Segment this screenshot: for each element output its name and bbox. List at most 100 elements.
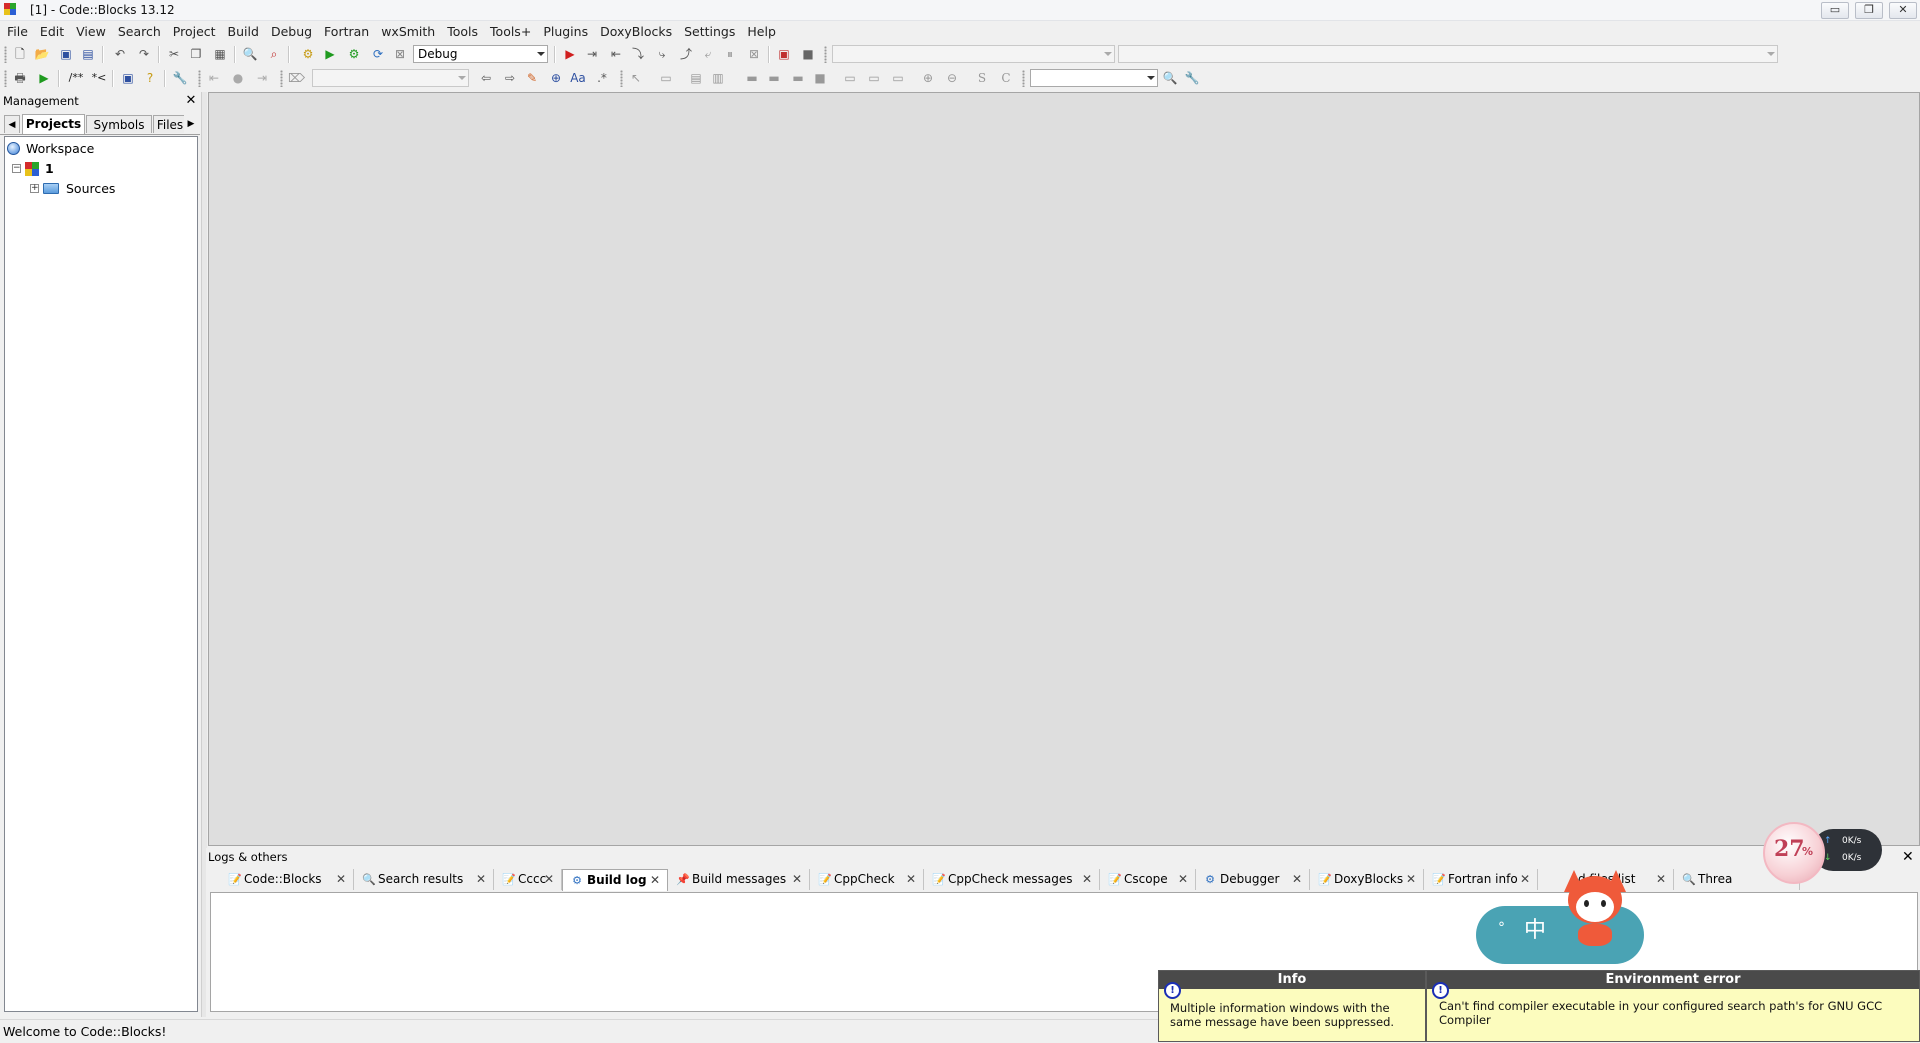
run-to-cursor-icon[interactable]: ⇥ [584,46,600,62]
cut-icon[interactable]: ✂ [166,46,182,62]
run-plugin-icon[interactable]: ▶ [36,70,52,86]
toolbar-grip[interactable] [4,70,7,87]
layout-sizer-icon[interactable]: ▥ [710,70,726,86]
close-tab-icon[interactable]: ✕ [792,869,802,890]
tab-cppcheck-messages[interactable]: 📝 CppCheck messages ✕ [924,869,1100,890]
find-broken-icon[interactable]: 🔍 [1162,70,1178,86]
zoom-out-icon[interactable]: ⊖ [944,70,960,86]
border-left-icon[interactable]: ▭ [842,70,858,86]
open-folder-icon[interactable]: 📂 [34,46,50,62]
tree-item-project[interactable]: − 1 [7,160,197,178]
regex-icon[interactable]: .* [594,70,610,86]
tab-files[interactable]: Files [153,115,187,133]
environment-error-popup[interactable]: Environment error ! Can't find compiler … [1426,970,1920,1042]
tab-projects[interactable]: Projects [22,114,85,134]
pointer-icon[interactable]: ↖ [628,70,644,86]
paste-icon[interactable]: ▦ [212,46,228,62]
expand-icon[interactable]: + [30,184,39,193]
close-icon[interactable]: ✕ [184,92,198,110]
comment-block-icon[interactable]: /** [66,70,86,86]
selected-text-icon[interactable]: ⊕ [548,70,564,86]
menu-file[interactable]: File [0,21,33,41]
next-instruction-icon[interactable]: ⤵ [630,46,646,62]
step-into-icon[interactable]: ⤷ [654,46,670,62]
close-tab-icon[interactable]: ✕ [1520,869,1530,890]
abort-icon[interactable]: ⊠ [392,46,408,62]
tab-doxyblocks[interactable]: 📝 DoxyBlocks ✕ [1310,869,1424,890]
close-tab-icon[interactable]: ✕ [906,869,916,890]
close-icon[interactable]: ✕ [1902,849,1914,865]
menu-edit[interactable]: Edit [33,21,69,41]
tab-search-results[interactable]: 🔍 Search results ✕ [354,869,494,890]
collapse-icon[interactable]: − [12,164,21,173]
copy-icon[interactable]: ❐ [188,46,204,62]
menu-fortran[interactable]: Fortran [317,21,374,41]
tab-scroll-left-icon[interactable]: ◀ [4,115,20,133]
align-top-icon[interactable]: ▬ [744,70,760,86]
bookmark-dot-icon[interactable]: ● [230,70,246,86]
symbol-scope-select[interactable] [832,45,1115,63]
menu-wxsmith[interactable]: wxSmith [374,21,440,41]
close-window-button[interactable]: ✕ [1889,2,1917,19]
jump-back-icon[interactable]: ⇤ [206,70,222,86]
show-source-icon[interactable]: S [974,70,990,86]
incremental-search-input[interactable] [312,69,469,87]
close-tab-icon[interactable]: ✕ [544,869,554,890]
search-next-icon[interactable]: ⇨ [502,70,518,86]
build-gear-icon[interactable]: ⚙ [300,46,316,62]
border-right-icon[interactable]: ▭ [866,70,882,86]
tab-build-log[interactable]: ⚙ Build log ✕ [562,869,668,891]
build-run-icon[interactable]: ⚙ [346,46,362,62]
toolbar-grip[interactable] [198,70,201,87]
jump-select[interactable] [1030,69,1158,87]
tab-cccc[interactable]: 📝 Cccc ✕ [494,869,562,890]
debug-windows-icon[interactable]: ▣ [776,46,792,62]
close-tab-icon[interactable]: ✕ [650,870,660,891]
close-tab-icon[interactable]: ✕ [1292,869,1302,890]
menu-help[interactable]: Help [740,21,781,41]
tab-scroll-right-icon[interactable]: ▶ [184,115,198,133]
step-instruction-icon[interactable]: ⤶ [700,46,716,62]
save-all-icon[interactable]: ▤ [80,46,96,62]
function-select[interactable] [1118,45,1778,63]
next-line-icon[interactable]: ⇤ [608,46,624,62]
menu-tools-plus[interactable]: Tools+ [483,21,536,41]
stop-debug-icon[interactable]: ⊠ [746,46,762,62]
minimize-button[interactable]: ▭ [1821,2,1849,19]
build-target-select[interactable]: Debug [413,45,548,63]
new-file-icon[interactable]: 🗋 [12,46,28,62]
project-tree[interactable]: Workspace − 1 + Sources [4,136,198,1012]
layout-box-icon[interactable]: ▭ [658,70,674,86]
tab-codeblocks[interactable]: 📝 Code::Blocks ✕ [220,869,354,890]
settings-tool-icon[interactable]: 🔧 [1184,70,1200,86]
highlight-icon[interactable]: ✎ [524,70,540,86]
doxy-config-icon[interactable]: ▣ [120,70,136,86]
pause-icon[interactable]: ⏸ [722,46,738,62]
incremental-search-icon[interactable]: ⌦ [288,70,305,86]
toolbar-grip[interactable] [1022,70,1025,87]
doxy-help-icon[interactable]: ? [142,70,158,86]
undo-icon[interactable]: ↶ [112,46,128,62]
info-popup[interactable]: Info ! Multiple information windows with… [1158,970,1426,1042]
restore-button[interactable]: ❐ [1855,2,1883,19]
redo-icon[interactable]: ↷ [136,46,152,62]
replace-icon[interactable]: ⌕ [266,46,282,62]
toolbar-grip[interactable] [4,46,7,63]
expand-icon[interactable]: ■ [812,70,828,86]
step-out-icon[interactable]: ⤴ [678,46,694,62]
comment-line-icon[interactable]: *< [90,70,108,86]
tab-cppcheck[interactable]: 📝 CppCheck ✕ [810,869,924,890]
menu-settings[interactable]: Settings [677,21,740,41]
menu-view[interactable]: View [69,21,111,41]
search-previous-icon[interactable]: ⇦ [478,70,494,86]
save-icon[interactable]: ▣ [58,46,74,62]
show-code-icon[interactable]: C [998,70,1014,86]
ime-punctuation-icon[interactable]: ° [1498,920,1505,936]
menu-build[interactable]: Build [221,21,264,41]
debug-run-icon[interactable]: ▶ [562,46,578,62]
run-icon[interactable]: ▶ [322,46,338,62]
border-all-icon[interactable]: ▭ [890,70,906,86]
rebuild-icon[interactable]: ⟳ [370,46,386,62]
tab-build-messages[interactable]: 📌 Build messages ✕ [668,869,810,890]
print-icon[interactable]: 🖶 [12,70,28,86]
